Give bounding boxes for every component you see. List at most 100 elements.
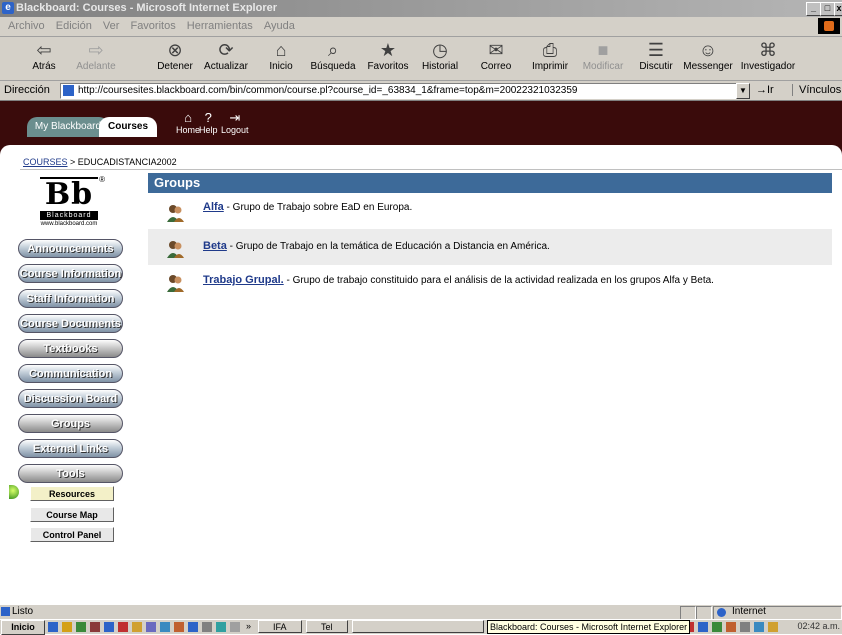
logout-link[interactable]: ⇥ Logout: [221, 111, 249, 136]
taskbar-button-ifa[interactable]: IFA: [258, 620, 302, 633]
logout-label: Logout: [221, 125, 249, 135]
edit-button[interactable]: ■ Modificar: [575, 39, 631, 72]
print-button[interactable]: ⎙ Imprimir: [522, 39, 578, 72]
tray-icon[interactable]: [698, 622, 708, 632]
print-label: Imprimir: [531, 61, 569, 72]
breadcrumb-divider: [20, 169, 842, 170]
tray-icon[interactable]: [768, 622, 778, 632]
tray-icon[interactable]: [740, 622, 750, 632]
tab-my-blackboard[interactable]: My Blackboard: [27, 117, 109, 137]
nav-staff-information-button[interactable]: Staff Information: [18, 289, 123, 308]
favorites-label: Favoritos: [367, 61, 409, 72]
home-icon: ⌂: [275, 40, 287, 60]
group-description: - Grupo de trabajo constituido para el a…: [283, 275, 714, 286]
tools-control-panel-button[interactable]: Control Panel: [30, 527, 114, 542]
back-button[interactable]: ⇦ Atrás: [16, 39, 72, 72]
minimize-button[interactable]: _: [806, 2, 821, 16]
tray-icon[interactable]: [726, 622, 736, 632]
quicklaunch-desktop-icon[interactable]: [48, 622, 58, 632]
favorites-button[interactable]: ★ Favoritos: [360, 39, 416, 72]
quicklaunch-app-icon[interactable]: [118, 622, 128, 632]
search-icon: ⌕: [327, 40, 339, 60]
tray-icon[interactable]: [754, 622, 764, 632]
logo-site: www.blackboard.com: [40, 221, 98, 227]
group-link[interactable]: Alfa: [203, 201, 224, 213]
home-button[interactable]: ⌂ Inicio: [253, 39, 309, 72]
quicklaunch-app-icon[interactable]: [202, 622, 212, 632]
menu-ayuda[interactable]: Ayuda: [264, 17, 295, 36]
nav-external-links-button[interactable]: External Links: [18, 439, 123, 458]
tab-courses[interactable]: Courses: [99, 117, 157, 137]
tray-icon[interactable]: [712, 622, 722, 632]
go-button[interactable]: →Ir: [756, 84, 774, 96]
quicklaunch-app-icon[interactable]: [146, 622, 156, 632]
group-link[interactable]: Trabajo Grupal.: [203, 274, 284, 286]
links-button[interactable]: Vínculos: [792, 84, 841, 96]
search-button[interactable]: ⌕ Búsqueda: [305, 39, 361, 72]
address-dropdown-icon[interactable]: ▼: [736, 83, 750, 99]
quicklaunch-app-icon[interactable]: [76, 622, 86, 632]
blackboard-logo[interactable]: ® Bb Blackboard www.blackboard.com: [33, 175, 105, 233]
quicklaunch-app-icon[interactable]: [104, 622, 114, 632]
group-row: Trabajo Grupal. - Grupo de trabajo const…: [148, 266, 832, 296]
taskbar-chevron[interactable]: »: [246, 620, 251, 633]
tools-resources-button[interactable]: Resources: [30, 486, 114, 501]
quicklaunch-app-icon[interactable]: [132, 622, 142, 632]
menu-favoritos[interactable]: Favoritos: [130, 17, 175, 36]
nav-announcements-button[interactable]: Announcements: [18, 239, 123, 258]
nav-discussion-board-button[interactable]: Discussion Board: [18, 389, 123, 408]
quicklaunch-app-icon[interactable]: [216, 622, 226, 632]
forward-icon: ⇨: [88, 40, 104, 60]
quicklaunch-app-icon[interactable]: [90, 622, 100, 632]
windows-taskbar: Inicio » IFA Tel 02:42 a.m.: [0, 619, 842, 635]
home-link[interactable]: ⌂ Home: [176, 111, 201, 136]
research-button[interactable]: ⌘ Investigador: [740, 39, 796, 72]
menu-herramientas[interactable]: Herramientas: [187, 17, 253, 36]
refresh-button[interactable]: ⟳ Actualizar: [198, 39, 254, 72]
quicklaunch-outlook-icon[interactable]: [62, 622, 72, 632]
address-url[interactable]: http://coursesites.blackboard.com/bin/co…: [78, 84, 578, 98]
nav-communication-button[interactable]: Communication: [18, 364, 123, 383]
status-text: Listo: [12, 606, 34, 617]
logo-wordmark: Blackboard: [40, 212, 98, 220]
nav-textbooks-button[interactable]: Textbooks: [18, 339, 123, 358]
history-button[interactable]: ◷ Historial: [412, 39, 468, 72]
group-row: Beta - Grupo de Trabajo en la temática d…: [148, 229, 832, 265]
address-input[interactable]: http://coursesites.blackboard.com/bin/co…: [60, 83, 748, 99]
nav-tools-button[interactable]: Tools: [18, 464, 123, 483]
help-link[interactable]: ? Help: [199, 110, 218, 136]
ie-app-icon: e: [2, 2, 14, 14]
address-label: Dirección: [4, 84, 50, 96]
status-bar: Listo Internet: [0, 604, 842, 620]
quicklaunch-app-icon[interactable]: [160, 622, 170, 632]
history-label: Historial: [421, 61, 459, 72]
menu-ver[interactable]: Ver: [103, 17, 120, 36]
menu-archivo[interactable]: Archivo: [8, 17, 45, 36]
window-title-bar[interactable]: e Blackboard: Courses - Microsoft Intern…: [0, 0, 842, 17]
mail-button[interactable]: ✉ Correo: [468, 39, 524, 72]
quicklaunch-app-icon[interactable]: [188, 622, 198, 632]
breadcrumb-courses-link[interactable]: COURSES: [23, 157, 68, 167]
nav-course-documents-button[interactable]: Course Documents: [18, 314, 123, 333]
nav-groups-button[interactable]: Groups: [18, 414, 123, 433]
close-button[interactable]: x: [834, 2, 842, 16]
group-link[interactable]: Beta: [203, 240, 227, 252]
stop-button[interactable]: ⊗ Detener: [147, 39, 203, 72]
help-icon: ?: [204, 110, 212, 125]
menu-edicion[interactable]: Edición: [56, 17, 92, 36]
quicklaunch-app-icon[interactable]: [230, 622, 240, 632]
taskbar-button-tel[interactable]: Tel: [306, 620, 348, 633]
maximize-button[interactable]: □: [820, 2, 835, 16]
taskbar-button-ie[interactable]: [352, 620, 484, 633]
messenger-button[interactable]: ☺ Messenger: [680, 39, 736, 72]
taskbar-clock: 02:42 a.m.: [797, 621, 840, 631]
tools-course-map-button[interactable]: Course Map: [30, 507, 114, 522]
browser-toolbar: ⇦ Atrás ⇨ Adelante ⊗ Detener ⟳ Actualizar ⌂ Inici…: [0, 37, 842, 81]
discuss-button[interactable]: ☰ Discutir: [628, 39, 684, 72]
blackboard-header: My Blackboard Courses ⌂ Home ? Help ⇥ Lo…: [0, 101, 842, 145]
home-label: Home: [176, 125, 201, 135]
research-label: Investigador: [740, 61, 796, 72]
nav-course-information-button[interactable]: Course Information: [18, 264, 123, 283]
forward-button[interactable]: ⇨ Adelante: [68, 39, 124, 72]
quicklaunch-app-icon[interactable]: [174, 622, 184, 632]
